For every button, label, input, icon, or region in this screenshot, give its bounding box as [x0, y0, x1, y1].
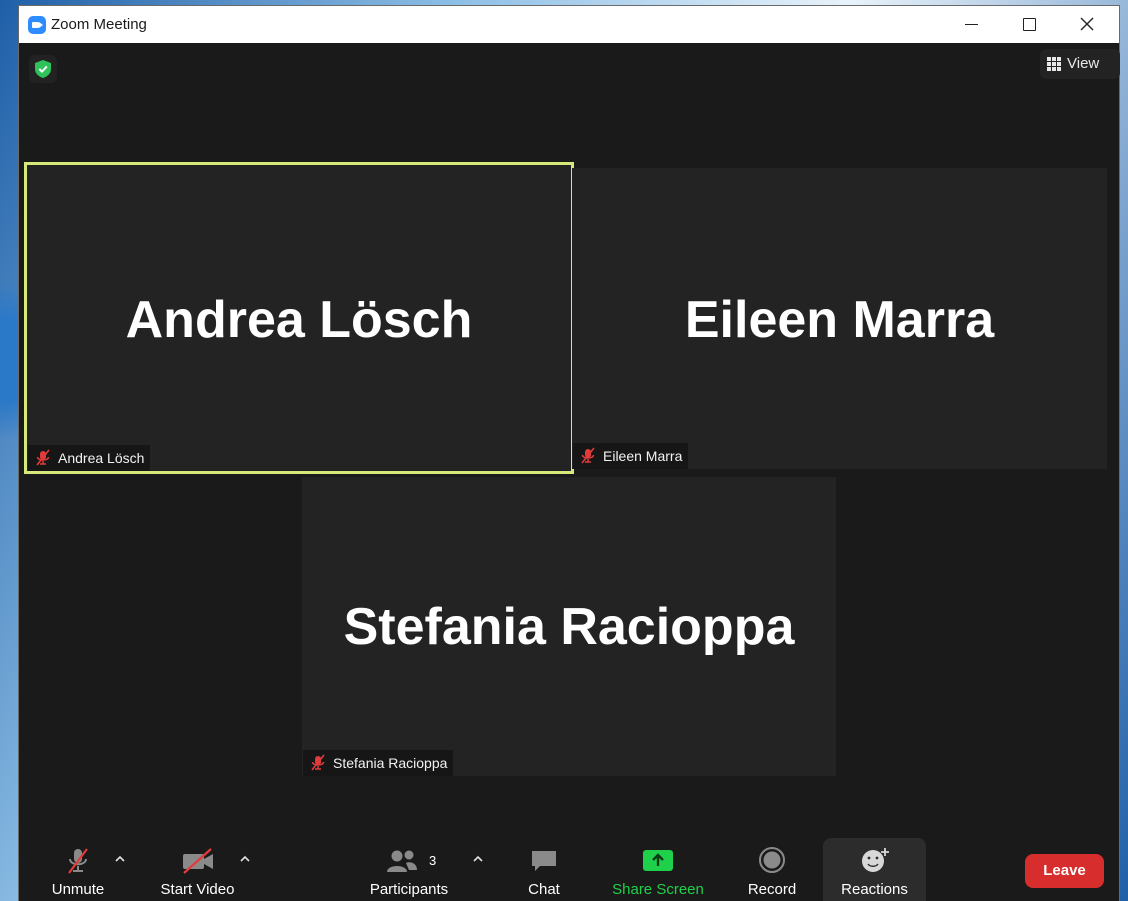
share-screen-icon [643, 850, 673, 871]
people-icon [387, 850, 417, 872]
video-tile-eileen[interactable]: Eileen Marra Eileen Marra [572, 168, 1107, 469]
share-screen-label: Share Screen [612, 881, 704, 898]
close-icon [1080, 17, 1094, 31]
chat-button[interactable]: Chat [514, 838, 574, 901]
meeting-toolbar: Unmute Start Video 3 Participants Chat S… [19, 838, 1119, 901]
zoom-window: Zoom Meeting View Andrea Lösch Andrea Lö… [19, 6, 1120, 901]
share-screen-button[interactable]: Share Screen [604, 838, 712, 901]
participant-name-tag: Stefania Racioppa [303, 750, 454, 776]
mic-muted-icon [311, 754, 325, 771]
participants-count: 3 [429, 853, 437, 868]
participant-name-label: Andrea Lösch [58, 450, 145, 466]
unmute-label: Unmute [51, 881, 105, 898]
minimize-button[interactable] [942, 6, 1000, 43]
tile-display-name: Stefania Racioppa [343, 598, 795, 656]
participant-name-tag: Andrea Lösch [28, 445, 151, 471]
leave-button[interactable]: Leave [1025, 854, 1104, 888]
window-title: Zoom Meeting [51, 16, 147, 33]
participant-name-label: Stefania Racioppa [333, 755, 448, 771]
video-off-icon [182, 848, 213, 874]
record-button[interactable]: Record [738, 838, 806, 901]
tile-display-name: Andrea Lösch [125, 291, 473, 349]
start-video-button[interactable]: Start Video [150, 838, 245, 901]
grid-icon [1047, 57, 1061, 71]
maximize-button[interactable] [1000, 6, 1058, 43]
view-label: View [1067, 55, 1100, 72]
close-button[interactable] [1058, 6, 1116, 43]
participant-name-label: Eileen Marra [603, 448, 683, 464]
participants-label: Participants [369, 881, 449, 898]
record-label: Record [747, 881, 797, 898]
participants-button[interactable]: 3 Participants [359, 838, 459, 901]
reactions-label: Reactions [841, 881, 908, 898]
video-tile-andrea[interactable]: Andrea Lösch Andrea Lösch [27, 165, 571, 471]
shield-check-icon [35, 60, 51, 78]
video-tile-stefania[interactable]: Stefania Racioppa Stefania Racioppa [302, 477, 836, 776]
chat-label: Chat [528, 881, 560, 898]
security-indicator[interactable] [29, 55, 57, 83]
chat-bubble-icon [532, 851, 556, 871]
chevron-up-icon[interactable] [471, 852, 485, 866]
unmute-button[interactable]: Unmute [36, 838, 120, 901]
mic-muted-icon [68, 848, 88, 874]
mic-muted-icon [36, 449, 50, 466]
zoom-app-icon [28, 16, 46, 34]
chevron-up-icon[interactable] [238, 852, 252, 866]
participant-name-tag: Eileen Marra [573, 443, 689, 469]
tile-display-name: Eileen Marra [684, 291, 995, 349]
reactions-icon [861, 848, 889, 872]
title-bar: Zoom Meeting [19, 6, 1119, 43]
meeting-area: View Andrea Lösch Andrea Lösch Eileen Ma… [19, 43, 1120, 838]
view-button[interactable]: View [1040, 49, 1120, 79]
start-video-label: Start Video [160, 881, 235, 898]
mic-muted-icon [581, 447, 595, 464]
reactions-button[interactable]: Reactions [823, 838, 926, 901]
chevron-up-icon[interactable] [113, 852, 127, 866]
record-icon [759, 847, 785, 873]
